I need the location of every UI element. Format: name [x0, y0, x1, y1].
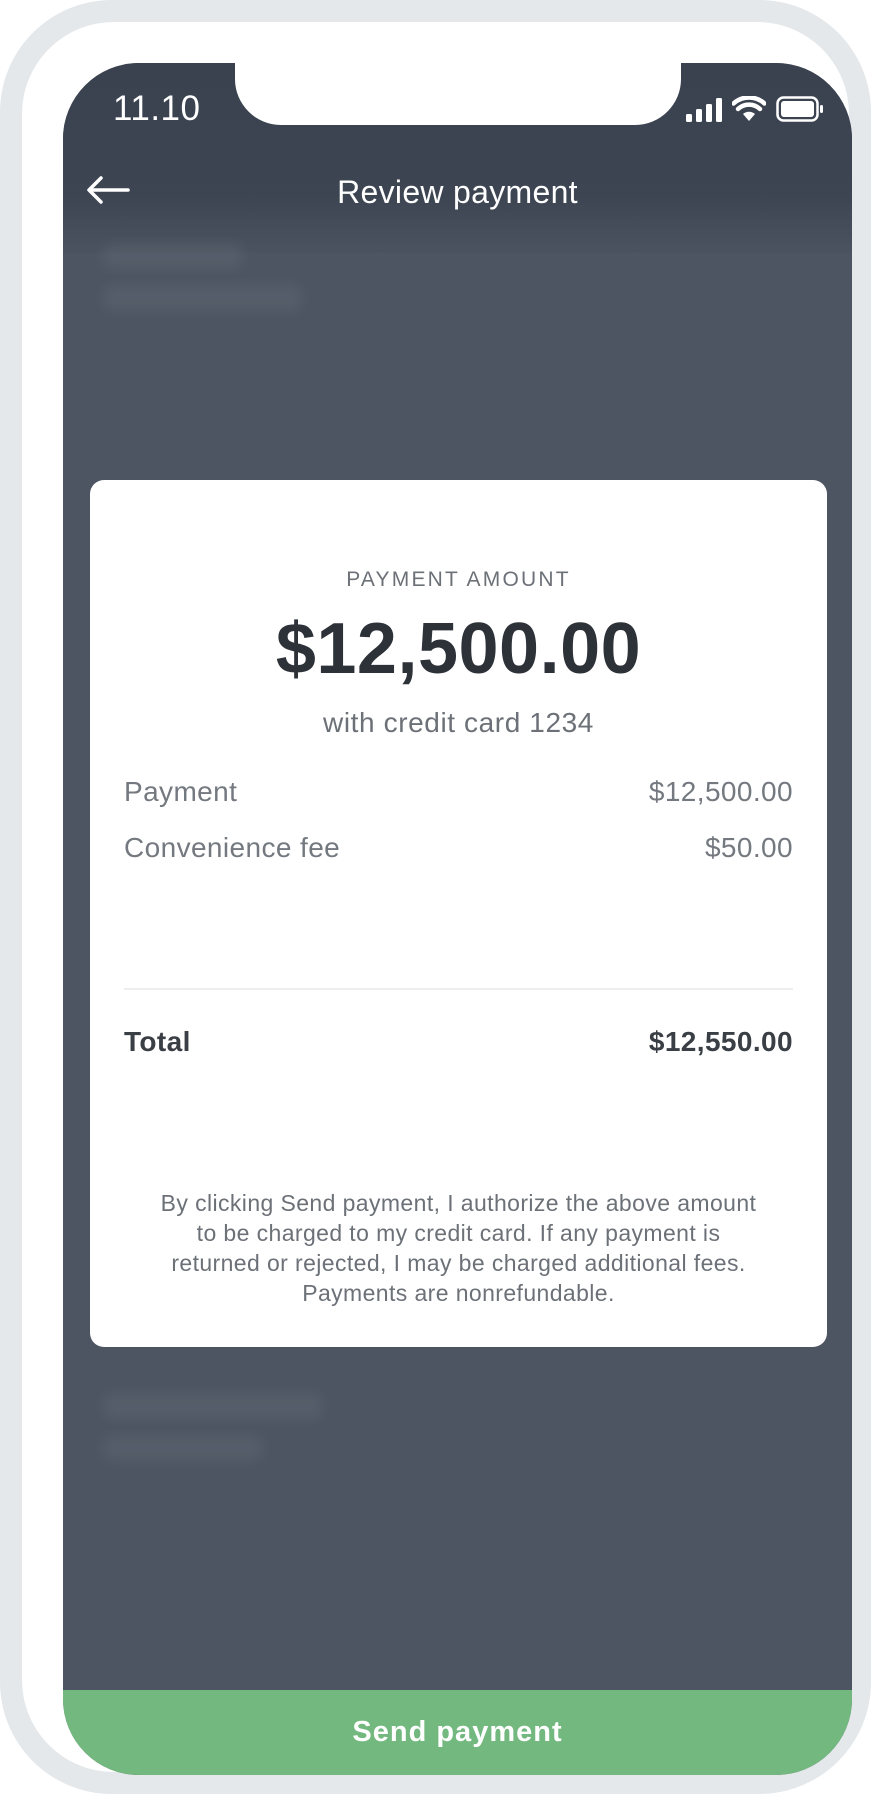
- authorization-disclaimer: By clicking Send payment, I authorize th…: [160, 1190, 757, 1306]
- page-title: Review payment: [337, 174, 578, 210]
- line-item-label: Payment: [124, 776, 238, 807]
- screen: 11.10 Review payment PAYMENT AMOUNT $12,…: [63, 63, 852, 1775]
- status-time: 11.10: [113, 89, 201, 128]
- wifi-icon: [731, 95, 767, 127]
- phone-frame: 11.10 Review payment PAYMENT AMOUNT $12,…: [0, 0, 871, 1794]
- send-payment-button[interactable]: Send payment: [63, 1690, 852, 1775]
- blurred-background-text: [103, 1435, 263, 1461]
- payment-review-card: PAYMENT AMOUNT $12,500.00 with credit ca…: [90, 480, 827, 1347]
- device-notch: [235, 63, 681, 125]
- total-row: Total $12,550.00: [124, 1026, 793, 1058]
- phone-bezel: 11.10 Review payment PAYMENT AMOUNT $12,…: [22, 22, 852, 1775]
- line-item-row: Convenience fee $50.00: [124, 832, 793, 864]
- battery-icon: [776, 96, 824, 127]
- payment-amount-value: $12,500.00: [275, 609, 642, 689]
- line-item-row: Payment $12,500.00: [124, 776, 793, 808]
- divider: [124, 988, 793, 990]
- blurred-background-text: [103, 1393, 323, 1419]
- payment-method-text: with credit card 1234: [323, 707, 594, 738]
- line-item-value: $50.00: [704, 832, 793, 863]
- total-label: Total: [124, 1026, 191, 1057]
- total-value: $12,550.00: [648, 1026, 793, 1057]
- line-item-value: $12,500.00: [648, 776, 793, 807]
- blurred-background-text: [103, 285, 303, 311]
- line-item-label: Convenience fee: [124, 832, 341, 863]
- status-icons: [686, 95, 824, 127]
- signal-icon: [686, 98, 722, 127]
- payment-amount-label: PAYMENT AMOUNT: [346, 568, 571, 591]
- navigation-bar: Review payment: [63, 163, 852, 223]
- blurred-background-text: [103, 243, 243, 269]
